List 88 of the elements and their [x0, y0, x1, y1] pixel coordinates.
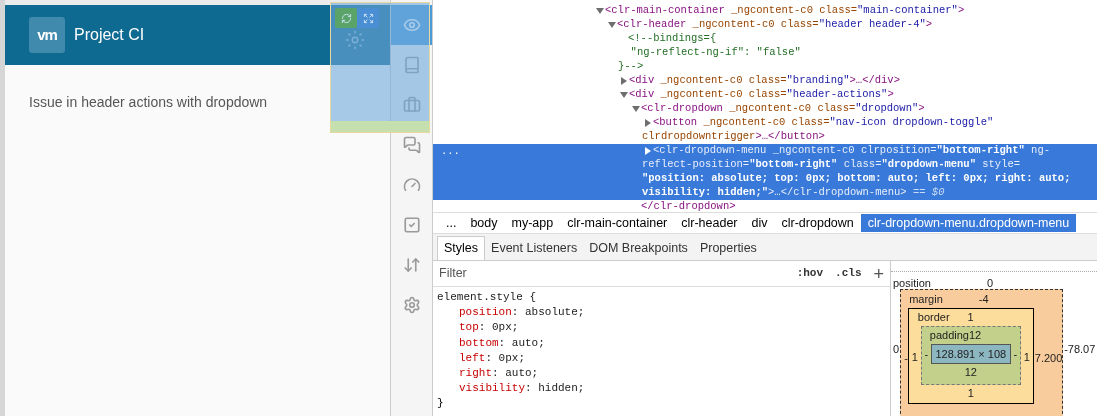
refresh-icon [340, 12, 352, 24]
code-line: <button _ngcontent-c0 class="nav-icon dropdown-toggle" [653, 115, 994, 131]
border-value: 1 [910, 350, 919, 365]
position-value: 0 [986, 276, 994, 289]
filter-field[interactable]: Filter [439, 264, 797, 283]
breadcrumb-item[interactable]: div [744, 214, 775, 232]
panel-tab[interactable]: Event Listeners [485, 236, 584, 260]
code-line: }--> [618, 59, 644, 75]
style-declaration[interactable]: bottom: auto; [437, 335, 545, 351]
code-line: <!--bindings={ [628, 31, 717, 47]
breadcrumb-item[interactable]: clr-dropdown-menu.dropdown-menu [860, 214, 1077, 232]
breadcrumb-item[interactable]: ... [439, 214, 464, 232]
dom-node[interactable]: <clr-dropdown _ngcontent-c0 class="dropdown"> [433, 102, 1097, 116]
overlay-button[interactable] [335, 8, 357, 28]
collapsed-triangle-icon[interactable] [620, 77, 628, 85]
margin-value: 7.200 [1034, 351, 1063, 366]
breadcrumb-item[interactable]: clr-main-container [560, 214, 675, 232]
panel-tab[interactable]: Styles [437, 236, 486, 260]
chat-bubbles-icon [402, 136, 421, 154]
style-declaration[interactable]: right: auto; [437, 366, 539, 382]
expand-icon [362, 12, 374, 24]
margin-label: margin [909, 291, 943, 307]
code-line: "position: absolute; top: 0px; bottom: auto; left: 0px; right: auto; [642, 171, 1071, 187]
margin-value: - [904, 351, 908, 366]
expanded-triangle-icon[interactable] [608, 21, 616, 29]
position-label: position [893, 276, 931, 289]
eye-icon [402, 16, 421, 34]
rule-close-brace: } [437, 396, 444, 412]
dom-node[interactable]: <button _ngcontent-c0 class="nav-icon dropdown-toggle" clrdropdowntrigger>…</button> [433, 116, 1097, 144]
gauge-icon [402, 176, 421, 194]
border-value: 1 [967, 386, 974, 402]
collapsed-triangle-icon[interactable] [644, 147, 652, 155]
code-line: <clr-dropdown _ngcontent-c0 class="dropdown"> [641, 101, 925, 117]
rule-selector: element.style { [437, 290, 537, 305]
style-declaration[interactable]: visibility: hidden; [437, 381, 585, 397]
position-value: 0 [893, 342, 900, 357]
app-title: Project CI [74, 25, 146, 45]
code-line: "ng-reflect-ng-if": "false" [629, 45, 801, 61]
code-line: <clr-header _ngcontent-c0 class="header header-4"> [617, 17, 933, 33]
more-dots[interactable]: ... [441, 144, 460, 160]
transfer-arrows-icon [402, 256, 421, 274]
code-line: </clr-dropdown> [641, 199, 736, 212]
dom-node[interactable]: <div _ngcontent-c0 class="branding">…</div> [433, 74, 1097, 88]
position-value: -78.07 [1064, 342, 1096, 357]
book-icon [402, 56, 421, 74]
expanded-triangle-icon[interactable] [620, 91, 628, 99]
breadcrumb-item[interactable]: clr-header [674, 214, 745, 232]
breadcrumb-item[interactable]: clr-dropdown [774, 214, 861, 232]
dom-node[interactable]: <!--bindings={ "ng-reflect-ng-if": "false" }--> [433, 32, 1097, 74]
code-line: <div _ngcontent-c0 class="branding">…</div> [629, 73, 900, 89]
padding-value: - [1012, 346, 1019, 362]
selected-node[interactable] [433, 144, 1097, 200]
briefcase-icon [402, 96, 421, 114]
dom-node[interactable]: <clr-main-container _ngcontent-c0 class="main-container"> [433, 4, 1097, 18]
content-text: Issue in header actions with dropdown [29, 93, 269, 112]
collapsed-triangle-icon[interactable] [644, 119, 652, 127]
code-line: <clr-main-container _ngcontent-c0 class="main-container"> [605, 3, 965, 19]
padding-value: - [923, 346, 930, 362]
breadcrumb-item[interactable]: my-app [504, 214, 561, 232]
content-box: 128.891 × 108 [930, 344, 1011, 364]
border-label: border [917, 310, 950, 326]
code-line: visibility: hidden;">…</clr-dropdown-menu> == $0 [642, 185, 945, 201]
style-declaration[interactable]: left: 0px; [437, 350, 525, 366]
border-value: 1 [1022, 350, 1031, 365]
code-line: <div _ngcontent-c0 class="header-actions"> [629, 87, 894, 103]
expanded-triangle-icon[interactable] [632, 105, 640, 113]
dom-node[interactable]: <div _ngcontent-c0 class="header-actions"> [433, 88, 1097, 102]
padding-value: 12 [964, 365, 977, 381]
overlay-button[interactable] [357, 8, 379, 28]
panel-tab[interactable]: Properties [693, 236, 763, 260]
padding-label: padding12 [929, 328, 982, 344]
expanded-triangle-icon[interactable] [596, 7, 604, 15]
border-value: 1 [967, 310, 974, 326]
vm-logo: vm [29, 17, 65, 53]
hov-toggle[interactable]: :hov [796, 265, 824, 282]
cls-toggle[interactable]: .cls [835, 265, 862, 282]
checkbox-icon [402, 216, 421, 234]
code-line: reflect-position="bottom-right" class="dropdown-menu" style= [642, 157, 1021, 173]
panel-tab[interactable]: DOM Breakpoints [583, 236, 694, 260]
add-rule-button[interactable]: + [873, 264, 884, 283]
margin-value: -4 [978, 291, 989, 307]
sidebar-item[interactable] [391, 5, 432, 45]
code-line: clrdropdowntrigger>…</button> [642, 129, 825, 145]
breadcrumb-item[interactable]: body [463, 214, 505, 232]
style-declaration[interactable]: top: 0px; [437, 320, 519, 336]
code-line: <clr-dropdown-menu _ngcontent-c0 clrposition="bottom-right" ng- [653, 143, 1050, 159]
style-declaration[interactable]: position: absolute; [437, 305, 585, 321]
dom-node[interactable]: <clr-header _ngcontent-c0 class="header header-4"> [433, 18, 1097, 32]
